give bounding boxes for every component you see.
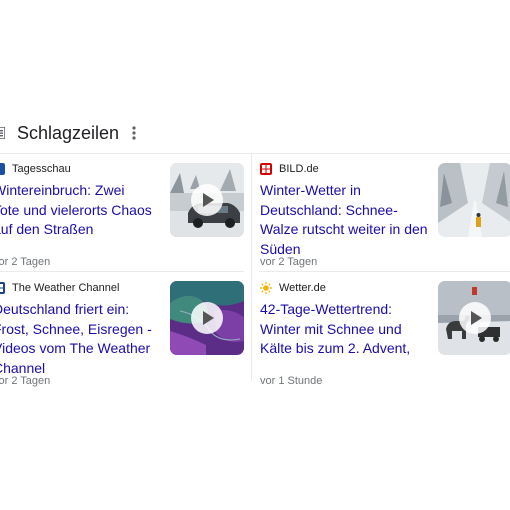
section-title: Schlagzeilen [17,123,120,143]
play-icon [191,184,223,216]
news-timestamp: vor 2 Tagen [260,256,318,268]
bild-logo-icon [260,163,272,175]
row-divider-left [0,271,244,272]
news-timestamp: vor 2 Tagen [0,375,51,387]
news-source: BILD.de [260,161,319,177]
newspaper-icon [0,127,5,139]
snowy-road-image [438,163,510,237]
weather-channel-logo-icon [0,282,5,294]
news-source-name: Wetter.de [279,282,326,294]
play-icon [191,302,223,334]
header-divider [0,153,510,154]
news-headline-link[interactable]: 42-Tage-Wettertrend: Winter mit Schnee u… [260,300,428,359]
sun-logo-icon [260,282,272,294]
tagesschau-logo-icon [0,163,5,175]
news-source-name: Tagesschau [12,163,71,175]
news-headline-link[interactable]: Winter-Wetter in Deutschland: Schnee-Wal… [260,181,430,259]
news-timestamp: vor 2 Tagen [0,256,51,268]
news-card-weather-channel[interactable]: The Weather Channel Deutschland friert e… [0,280,245,387]
news-source: Tagesschau [0,161,71,177]
horse-sleigh-video-thumbnail[interactable] [438,281,510,355]
more-vert-icon[interactable] [126,124,142,142]
play-icon [459,302,491,334]
news-source-name: The Weather Channel [12,282,120,294]
news-source-name: BILD.de [279,163,319,175]
weather-map-video-thumbnail[interactable] [170,281,244,355]
news-card-wetter-de[interactable]: Wetter.de 42-Tage-Wettertrend: Winter mi… [260,280,510,387]
news-headline-link[interactable]: Wintereinbruch: Zwei Tote und vielerorts… [0,181,153,240]
news-headline-link[interactable]: Deutschland friert ein: Frost, Schnee, E… [0,300,158,378]
news-card-bild[interactable]: BILD.de Winter-Wetter in Deutschland: Sc… [260,161,510,269]
news-source: Wetter.de [260,280,326,296]
news-card-tagesschau[interactable]: Tagesschau Wintereinbruch: Zwei Tote und… [0,161,245,269]
snowy-road-thumbnail[interactable] [438,163,510,237]
news-timestamp: vor 1 Stunde [260,375,323,387]
row-divider-right [259,271,510,272]
news-page: Schlagzeilen Tagesschau Wintereinbruch: … [0,0,510,510]
column-divider [251,153,252,381]
news-source: The Weather Channel [0,280,119,296]
snowy-car-video-thumbnail[interactable] [170,163,244,237]
